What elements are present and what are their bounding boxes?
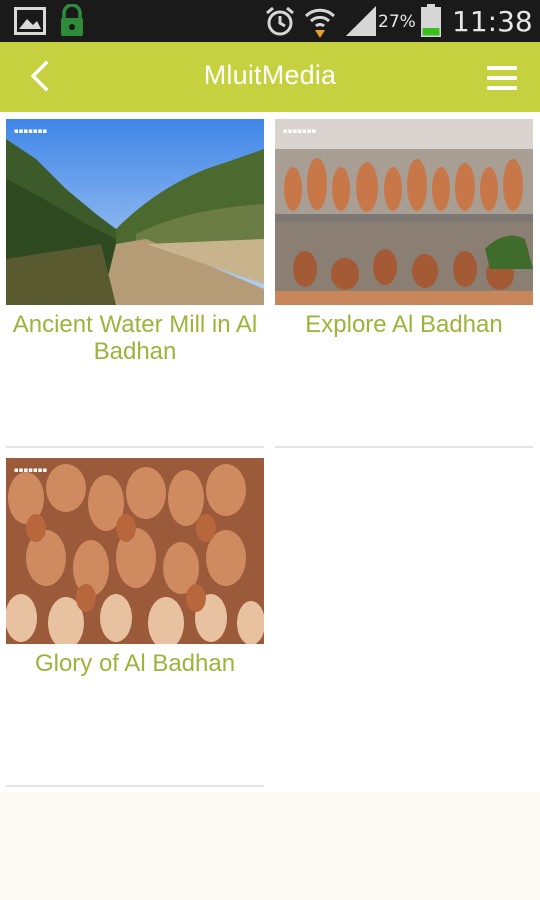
card-title: Explore Al Badhan [305,311,503,338]
app-title: MluitMedia [203,60,337,90]
wifi-icon [304,4,336,43]
card-thumbnail: ▪▪▪▪▪▪▪ [6,458,264,644]
chevron-left-icon [30,60,49,92]
page-background [0,792,540,900]
menu-button[interactable] [480,56,524,100]
battery-percent: 27% [378,12,416,32]
signal-icon [344,4,378,43]
lock-icon [58,3,86,43]
status-bar: 27% 11:38 [0,0,540,42]
back-button[interactable] [20,54,64,98]
content-grid: ▪▪▪▪▪▪▪ Ancient Water Mill in Al Badhan [0,112,540,792]
thumbnail-watermark: ▪▪▪▪▪▪▪ [283,127,317,135]
divider [6,785,264,787]
card-thumbnail: ▪▪▪▪▪▪▪ [6,119,264,305]
thumbnail-watermark: ▪▪▪▪▪▪▪ [14,127,48,135]
card-thumbnail: ▪▪▪▪▪▪▪ [275,119,533,305]
app-bar: MluitMedia [0,42,540,112]
battery-icon [420,4,442,43]
divider [6,446,264,448]
card-title: Glory of Al Badhan [34,650,236,677]
gallery-icon [14,7,46,40]
divider [275,446,533,448]
thumbnail-watermark: ▪▪▪▪▪▪▪ [14,466,48,474]
clock: 11:38 [452,5,533,38]
hamburger-menu-icon [487,66,517,70]
card-title: Ancient Water Mill in Al Badhan [12,311,258,365]
alarm-icon [264,5,296,42]
